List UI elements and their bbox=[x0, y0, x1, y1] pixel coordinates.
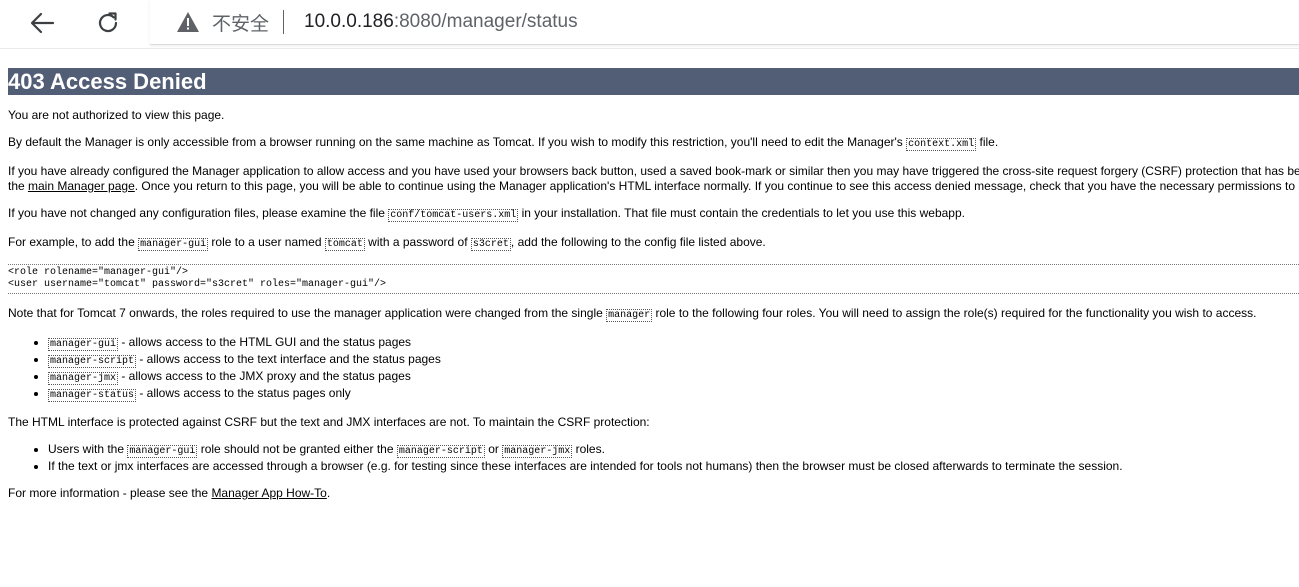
not-secure-label[interactable]: 不安全 bbox=[212, 9, 269, 36]
text: in your installation. That file must con… bbox=[518, 206, 965, 220]
reload-icon bbox=[98, 12, 118, 33]
config-paragraph: If you have not changed any configuratio… bbox=[8, 206, 1299, 223]
text: Users with the bbox=[48, 442, 128, 456]
browser-toolbar: 不安全 10.0.0.186:8080/manager/status bbox=[0, 0, 1299, 48]
csrf-protection-paragraph: The HTML interface is protected against … bbox=[8, 415, 650, 429]
text: . Once you return to this page, you will… bbox=[134, 179, 1299, 193]
role-description: - allows access to the JMX proxy and the… bbox=[118, 369, 411, 383]
text: By default the Manager is only accessibl… bbox=[8, 135, 907, 149]
list-item: If the text or jmx interfaces are access… bbox=[48, 459, 1299, 474]
url-host: 10.0.0.186 bbox=[304, 11, 394, 32]
page-content: 403 Access Denied You are not authorized… bbox=[0, 49, 1299, 587]
unauthorized-paragraph: You are not authorized to view this page… bbox=[8, 108, 225, 122]
code-manager-gui: manager-gui bbox=[138, 238, 209, 251]
csrf-line-2: the main Manager page. Once you return t… bbox=[8, 179, 1299, 194]
warning-triangle-icon[interactable] bbox=[176, 10, 200, 34]
manager-howto-link[interactable]: Manager App How-To bbox=[211, 486, 326, 500]
more-info-paragraph: For more information - please see the Ma… bbox=[8, 486, 1299, 501]
example-paragraph: For example, to add the manager-gui role… bbox=[8, 235, 1299, 252]
note-paragraph: Note that for Tomcat 7 onwards, the role… bbox=[8, 306, 1299, 323]
code-context-xml: context.xml bbox=[906, 138, 977, 151]
list-item: manager-jmx - allows access to the JMX p… bbox=[48, 369, 1299, 386]
arrow-left-icon bbox=[30, 12, 55, 34]
back-button[interactable] bbox=[24, 6, 60, 40]
roles-list: manager-gui - allows access to the HTML … bbox=[8, 335, 1299, 403]
text: role should not be granted either the bbox=[197, 442, 397, 456]
list-item: Users with the manager-gui role should n… bbox=[48, 442, 1299, 459]
csrf-rules-list: Users with the manager-gui role should n… bbox=[8, 442, 1299, 474]
csrf-line-1: If you have already configured the Manag… bbox=[8, 164, 1299, 178]
role-code: manager-status bbox=[48, 389, 137, 402]
text: If you have not changed any configuratio… bbox=[8, 206, 389, 220]
csrf-paragraph: If you have already configured the Manag… bbox=[8, 164, 1299, 194]
text: For more information - please see the bbox=[8, 486, 212, 500]
text: the bbox=[8, 179, 29, 193]
text: , add the following to the config file l… bbox=[510, 235, 766, 249]
code-manager-jmx: manager-jmx bbox=[502, 445, 573, 458]
address-separator bbox=[283, 10, 285, 34]
role-description: - allows access to the HTML GUI and the … bbox=[118, 335, 412, 349]
default-access-paragraph: By default the Manager is only accessibl… bbox=[8, 135, 1299, 152]
text: Note that for Tomcat 7 onwards, the role… bbox=[8, 306, 607, 320]
role-description: - allows access to the status pages only bbox=[136, 386, 351, 400]
text: or bbox=[484, 442, 503, 456]
list-item: manager-script - allows access to the te… bbox=[48, 352, 1299, 369]
page-body: You are not authorized to view this page… bbox=[8, 108, 1299, 513]
code-tomcat: tomcat bbox=[324, 238, 365, 251]
config-example-block: <role rolename="manager-gui"/> <user use… bbox=[8, 264, 1299, 294]
text: file. bbox=[976, 135, 999, 149]
code-manager-gui: manager-gui bbox=[127, 445, 198, 458]
code-tomcat-users: conf/tomcat-users.xml bbox=[388, 209, 519, 222]
code-manager: manager bbox=[606, 309, 653, 322]
reload-button[interactable] bbox=[90, 6, 126, 40]
text: . bbox=[326, 486, 331, 500]
list-item: manager-gui - allows access to the HTML … bbox=[48, 335, 1299, 352]
text: role to a user named bbox=[208, 235, 325, 249]
code-s3cret: s3cret bbox=[470, 238, 511, 251]
text: For example, to add the bbox=[8, 235, 139, 249]
url-path: :8080/manager/status bbox=[393, 11, 578, 32]
text: role to the following four roles. You wi… bbox=[652, 306, 1257, 320]
url-text[interactable]: 10.0.0.186:8080/manager/status bbox=[304, 11, 578, 33]
main-manager-page-link[interactable]: main Manager page bbox=[28, 179, 135, 193]
text: roles. bbox=[572, 442, 605, 456]
text: with a password of bbox=[364, 235, 471, 249]
role-description: - allows access to the text interface an… bbox=[136, 352, 441, 366]
role-code: manager-jmx bbox=[48, 372, 119, 385]
page-title: 403 Access Denied bbox=[8, 68, 1299, 95]
list-item: manager-status - allows access to the st… bbox=[48, 386, 1299, 403]
code-manager-script: manager-script bbox=[396, 445, 485, 458]
address-bar[interactable]: 不安全 10.0.0.186:8080/manager/status bbox=[150, 0, 1299, 45]
role-code: manager-script bbox=[48, 355, 137, 368]
role-code: manager-gui bbox=[48, 338, 119, 351]
